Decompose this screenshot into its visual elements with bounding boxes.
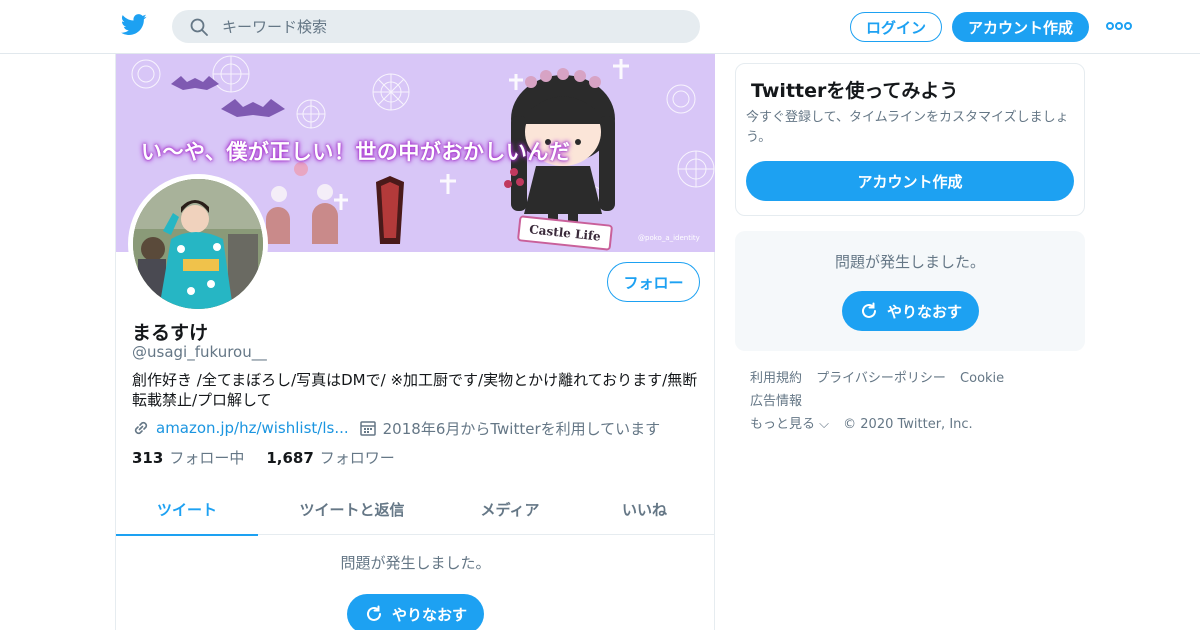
footer-copyright: © 2020 Twitter, Inc. (843, 417, 973, 432)
avatar-photo (133, 179, 263, 309)
footer-link-ads[interactable]: 広告情報 (750, 394, 802, 409)
retry-label: やりなおす (886, 302, 962, 321)
banner-caption: い〜や、僕が正しい！世の中がおかしいんだ (141, 140, 571, 164)
refresh-icon (862, 302, 876, 318)
search-bar[interactable] (172, 10, 700, 43)
profile-joined-date: 2018年6月からTwitterを利用しています (382, 419, 661, 438)
followers-stat[interactable]: 1,687 フォロワー (266, 447, 394, 468)
login-button[interactable]: ログイン (850, 12, 942, 42)
twitter-bird-icon[interactable] (121, 14, 147, 36)
timeline-retry-button[interactable]: やりなおす (347, 594, 484, 630)
retry-label: やりなおす (391, 605, 467, 624)
profile-column: い〜や、僕が正しい！世の中がおかしいんだ Castle Life @poko_a… (115, 54, 715, 630)
profile-bio: 創作好き /全てまぼろし/写真はDMで/ ※加工厨です/実物とかけ離れております… (132, 371, 698, 409)
sidebar-error-card: 問題が発生しました。 やりなおす (735, 231, 1085, 351)
signup-card: Twitterを使ってみよう 今すぐ登録して、タイムラインをカスタマイズしましょ… (735, 63, 1085, 216)
sidebar-error-message: 問題が発生しました。 (834, 253, 985, 271)
top-navigation-bar: ログイン アカウント作成 (0, 0, 1200, 54)
tab-media[interactable]: メディア (446, 484, 574, 535)
tab-tweets-and-replies[interactable]: ツイートと返信 (258, 484, 446, 535)
timeline-error-message: 問題が発生しました。 (340, 554, 491, 572)
profile-meta: amazon.jp/hz/wishlist/ls... 2018年6月からTwi… (132, 416, 660, 440)
sidebar-retry-button[interactable]: やりなおす (842, 291, 979, 331)
footer-link-privacy[interactable]: プライバシーポリシー (816, 371, 946, 386)
search-icon (190, 18, 208, 36)
signup-card-title: Twitterを使ってみよう (751, 80, 959, 102)
follow-button[interactable]: フォロー (607, 262, 700, 302)
profile-website-link[interactable]: amazon.jp/hz/wishlist/ls... (156, 419, 349, 437)
following-count: 313 (132, 449, 164, 467)
search-input[interactable] (222, 10, 682, 43)
link-icon (134, 421, 148, 435)
footer-link-cookie[interactable]: Cookie (960, 371, 1004, 386)
banner-credit: @poko_a_identity (638, 234, 700, 242)
signup-card-description: 今すぐ登録して、タイムラインをカスタマイズしましょう。 (746, 110, 1069, 145)
profile-stats: 313 フォロー中 1,687 フォロワー (132, 447, 395, 468)
footer-link-more[interactable]: もっと見る ⌵ (750, 417, 829, 432)
following-stat[interactable]: 313 フォロー中 (132, 447, 244, 468)
more-dots-icon[interactable] (1106, 19, 1132, 33)
profile-handle[interactable]: @usagi_fukurou__ (132, 343, 267, 361)
profile-name[interactable]: まるすけ (132, 318, 208, 345)
signup-button[interactable]: アカウント作成 (952, 12, 1089, 42)
followers-count: 1,687 (266, 449, 314, 467)
followers-label: フォロワー (319, 449, 395, 467)
tab-likes[interactable]: いいね (574, 484, 715, 535)
footer-link-terms[interactable]: 利用規約 (750, 371, 802, 386)
signup-card-button[interactable]: アカウント作成 (746, 161, 1074, 201)
following-label: フォロー中 (169, 449, 245, 467)
calendar-icon (359, 421, 376, 436)
refresh-icon (367, 605, 381, 621)
profile-tabs: ツイート ツイートと返信 メディア いいね (116, 484, 715, 536)
footer-links: 利用規約 プライバシーポリシー Cookie 広告情報 もっと見る ⌵ © 20… (750, 367, 1080, 436)
tab-tweets[interactable]: ツイート (116, 484, 258, 536)
profile-avatar[interactable] (128, 174, 268, 314)
